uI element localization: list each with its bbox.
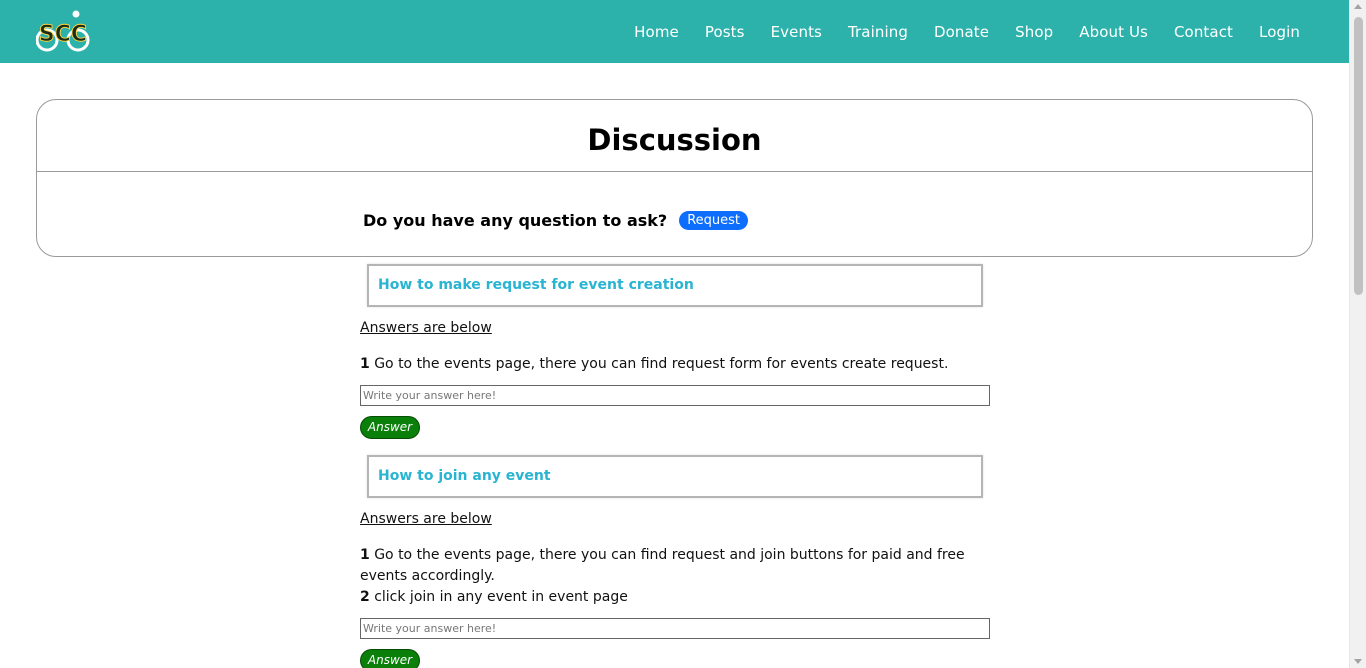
request-button[interactable]: Request: [679, 211, 749, 230]
nav-home[interactable]: Home: [634, 23, 679, 41]
answer-button[interactable]: Answer: [360, 649, 420, 668]
nav-about-us[interactable]: About Us: [1079, 23, 1148, 41]
answer-text: Go to the events page, there you can fin…: [374, 356, 949, 372]
svg-text:SCC: SCC: [39, 22, 87, 47]
nav-training[interactable]: Training: [848, 23, 908, 41]
page-title: Discussion: [37, 100, 1312, 172]
answer-item: 2 click join in any event in event page: [360, 587, 990, 608]
answer-item: 1 Go to the events page, there you can f…: [360, 545, 990, 587]
scroll-thumb[interactable]: [1354, 17, 1363, 295]
answer-input[interactable]: [360, 618, 990, 639]
answer-number: 2: [360, 589, 370, 605]
scroll-up-arrow-icon[interactable]: [1354, 4, 1362, 9]
question-title-box[interactable]: How to make request for event creation: [367, 264, 983, 307]
nav-links: Home Posts Events Training Donate Shop A…: [608, 0, 1300, 63]
nav-shop[interactable]: Shop: [1015, 23, 1053, 41]
answers-label: Answers are below: [360, 511, 492, 527]
navbar: SCC Home Posts Events Training Donate Sh…: [0, 0, 1349, 63]
page-scrollbar[interactable]: [1349, 0, 1366, 668]
answers-label: Answers are below: [360, 320, 492, 336]
scc-logo[interactable]: SCC: [36, 8, 90, 54]
discussion-card: Discussion Do you have any question to a…: [36, 99, 1313, 257]
ask-question-prompt: Do you have any question to ask?: [363, 211, 668, 230]
answer-text: Go to the events page, there you can fin…: [360, 547, 965, 584]
answer-number: 1: [360, 547, 370, 563]
nav-donate[interactable]: Donate: [934, 23, 989, 41]
answer-number: 1: [360, 356, 370, 372]
nav-events[interactable]: Events: [771, 23, 822, 41]
nav-login[interactable]: Login: [1259, 23, 1300, 41]
answer-button[interactable]: Answer: [360, 416, 420, 439]
nav-posts[interactable]: Posts: [705, 23, 745, 41]
question-title-box[interactable]: How to join any event: [367, 455, 983, 498]
ask-question-row: Do you have any question to ask? Request: [363, 211, 749, 230]
answer-input[interactable]: [360, 385, 990, 406]
scroll-down-arrow-icon[interactable]: [1354, 659, 1362, 664]
nav-contact[interactable]: Contact: [1174, 23, 1233, 41]
answer-text: click join in any event in event page: [374, 589, 628, 605]
answer-item: 1 Go to the events page, there you can f…: [360, 354, 990, 375]
